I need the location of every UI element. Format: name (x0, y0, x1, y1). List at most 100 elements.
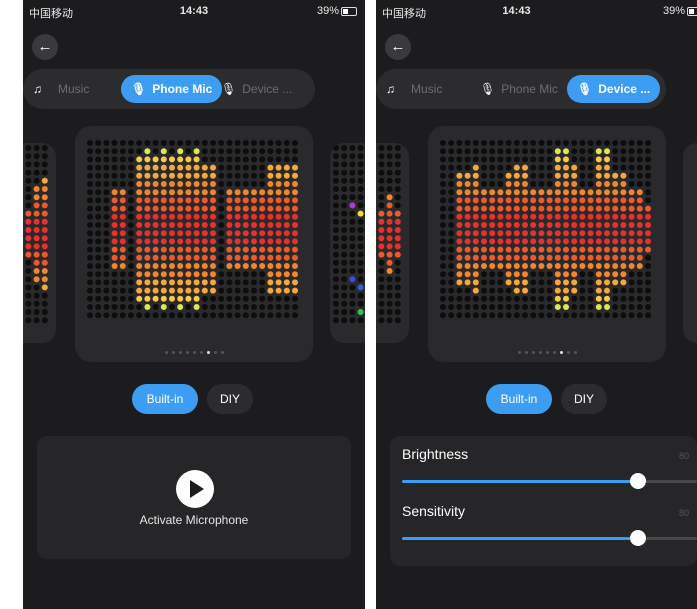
led-off (440, 238, 446, 245)
led-on (259, 230, 266, 237)
led-on (283, 287, 290, 294)
page-dot (171, 351, 175, 354)
preview-card-next[interactable] (330, 143, 365, 343)
brightness-slider[interactable] (402, 473, 697, 489)
led-on (571, 279, 578, 286)
led-off (341, 186, 348, 192)
led-on (210, 254, 216, 261)
led-off (378, 161, 385, 168)
led-off (505, 304, 512, 310)
back-button[interactable]: ← (32, 34, 58, 60)
mode-phone-mic[interactable]: 🎙︎ Phone Mic (480, 75, 558, 103)
led-off (538, 156, 545, 163)
led-on (41, 177, 48, 184)
brightness-slider-thumb[interactable] (630, 473, 646, 489)
led-off (357, 276, 364, 283)
led-off (530, 140, 537, 146)
led-on (169, 271, 175, 278)
led-off (386, 276, 393, 283)
led-on (226, 246, 233, 253)
preview-card-prev[interactable] (23, 143, 56, 343)
led-on (522, 271, 528, 278)
led-on (472, 254, 479, 261)
led-on (378, 210, 385, 217)
led-on (152, 197, 159, 204)
led-on (144, 287, 151, 294)
led-on (357, 309, 364, 315)
led-off (481, 172, 487, 179)
led-on (579, 254, 586, 261)
led-on (612, 230, 619, 237)
mode-phone-mic[interactable]: 🎙︎ Phone Mic (121, 75, 223, 103)
led-on (481, 238, 487, 245)
tab-builtin[interactable]: Built-in (132, 384, 198, 414)
visualizer-card[interactable] (428, 126, 666, 362)
back-button[interactable]: ← (385, 34, 411, 60)
led-off (128, 148, 134, 155)
preview-card-prev[interactable] (376, 143, 409, 343)
mode-device[interactable]: 🎙︎ Device ... (221, 75, 292, 103)
led-off (103, 197, 110, 204)
led-off (357, 292, 364, 299)
led-off (440, 254, 446, 261)
led-on (571, 246, 578, 253)
led-on (604, 263, 610, 269)
led-off (234, 140, 241, 146)
led-on (386, 210, 393, 217)
led-on (292, 164, 298, 171)
preview-card-next[interactable] (683, 143, 697, 343)
led-off (386, 177, 393, 184)
led-on (571, 254, 578, 261)
sensitivity-slider[interactable] (402, 530, 697, 546)
led-off (481, 287, 487, 294)
sensitivity-slider-thumb[interactable] (630, 530, 646, 546)
tab-builtin[interactable]: Built-in (486, 384, 552, 414)
led-off (481, 148, 487, 155)
tab-diy[interactable]: DIY (561, 384, 607, 414)
led-on (275, 213, 282, 220)
led-off (472, 312, 479, 319)
tab-diy[interactable]: DIY (207, 384, 253, 414)
led-on (283, 213, 290, 220)
led-on (604, 287, 610, 294)
led-off (218, 172, 225, 179)
led-off (394, 186, 401, 192)
led-on (513, 230, 520, 237)
led-on (612, 197, 619, 204)
mode-music[interactable]: ♫ Music (33, 75, 89, 103)
mode-device[interactable]: 🎙︎ Device ... (567, 75, 661, 103)
led-on (144, 238, 151, 245)
led-off (440, 263, 446, 269)
led-on (169, 156, 175, 163)
led-off (448, 148, 455, 155)
led-off (522, 295, 528, 302)
led-on (481, 263, 487, 269)
led-off (333, 210, 339, 217)
led-off (333, 268, 339, 274)
led-off (456, 164, 463, 171)
led-on (210, 271, 216, 278)
led-on (33, 276, 40, 283)
play-button[interactable] (176, 470, 214, 508)
led-on (456, 181, 463, 187)
led-off (579, 304, 586, 310)
led-off (538, 287, 545, 294)
led-on (111, 263, 118, 269)
led-on (497, 238, 504, 245)
led-on (595, 304, 602, 310)
led-on (595, 181, 602, 187)
led-off (87, 263, 93, 269)
led-on (283, 246, 290, 253)
led-on (620, 271, 627, 278)
led-off (251, 181, 257, 187)
led-off (440, 222, 446, 228)
led-on (177, 287, 184, 294)
led-off (481, 304, 487, 310)
led-on (169, 238, 175, 245)
led-off (472, 156, 479, 163)
led-off (218, 197, 225, 204)
led-on (620, 213, 627, 220)
led-off (33, 292, 40, 299)
mode-music[interactable]: ♫ Music (386, 75, 442, 103)
visualizer-card[interactable] (75, 126, 313, 362)
